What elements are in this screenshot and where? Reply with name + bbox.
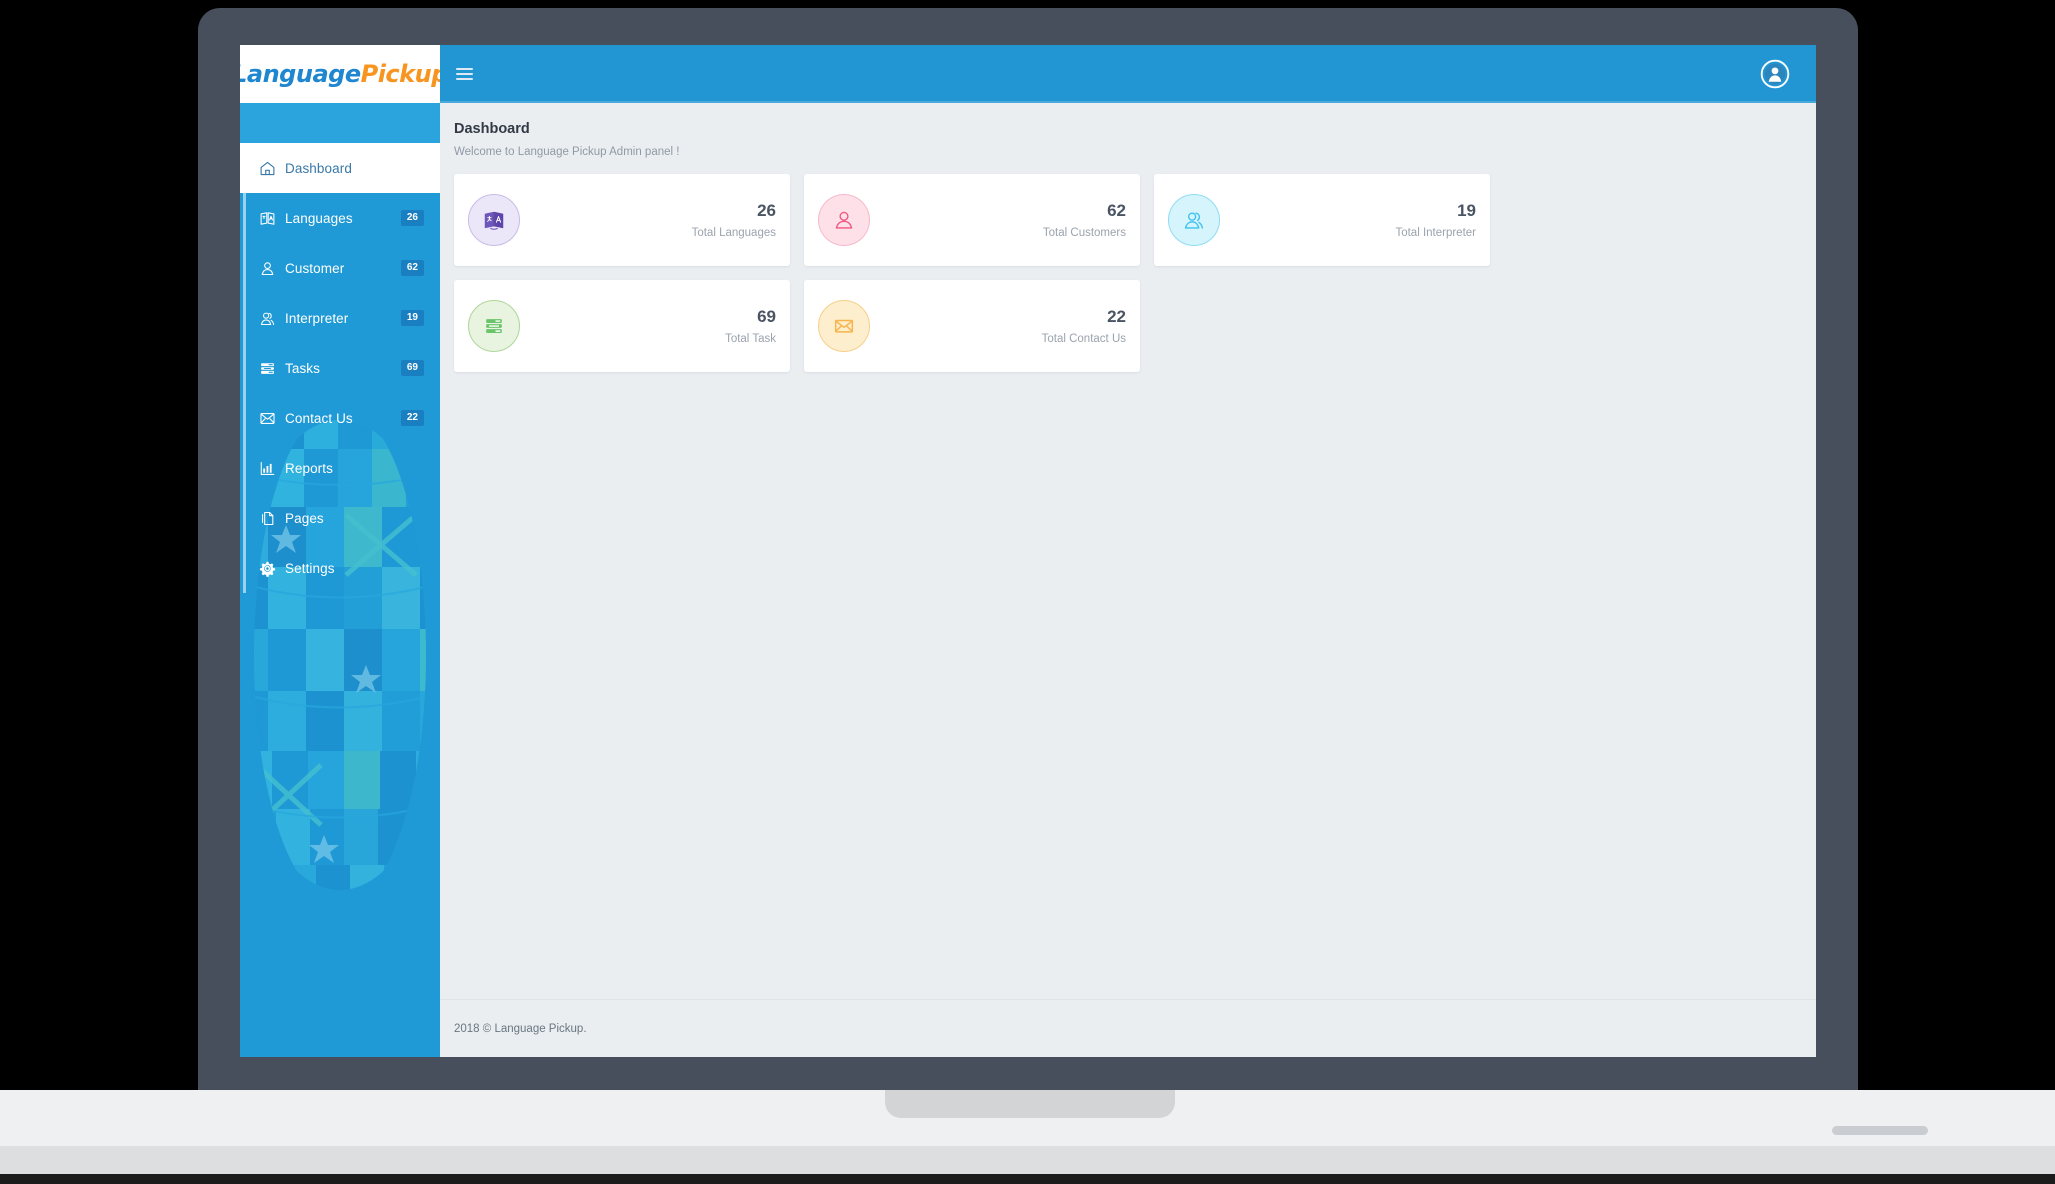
stat-card-total-languages[interactable]: 26 Total Languages [454,174,790,266]
sidebar-item-contact-us[interactable]: Contact Us 22 [240,393,440,443]
stat-card-text: 69 Total Task [520,307,776,344]
sidebar-item-tasks[interactable]: Tasks 69 [240,343,440,393]
stat-card-value: 69 [757,307,776,327]
stat-card-value: 19 [1457,201,1476,221]
translate-icon [468,194,520,246]
page-title: Dashboard [454,121,530,137]
sidebar-top-fill [240,103,440,143]
pages-icon [259,508,285,528]
stat-card-grid: 26 Total Languages 62 Total Customers 19… [440,164,1816,999]
sidebar-badge: 22 [400,409,424,427]
sidebar-item-label: Settings [285,560,335,576]
sidebar-item-label: Languages [285,210,353,226]
laptop-base-bottom [0,1146,2055,1174]
sidebar-item-interpreter[interactable]: Interpreter 19 [240,293,440,343]
menu-toggle-icon[interactable] [454,61,480,87]
stat-card-text: 62 Total Customers [870,201,1126,238]
footer: 2018 © Language Pickup. [440,999,1816,1057]
sidebar-item-settings[interactable]: Settings [240,543,440,593]
stat-card-text: 26 Total Languages [520,201,776,238]
nav-indicator [243,143,246,193]
laptop-trackpad-notch [885,1090,1175,1118]
sidebar-item-label: Interpreter [285,310,349,326]
brand-logo-text: LanguagePickup [240,60,440,88]
user-account-icon[interactable] [1760,59,1790,89]
sidebar: LanguagePickup Dashboard Languages 26 Cu… [240,45,440,1057]
interpreter-icon [1168,194,1220,246]
laptop-base-floor [0,1174,2055,1184]
home-icon [259,158,285,178]
user-icon [259,258,285,278]
hamburger-line [456,73,473,75]
stat-card-label: Total Contact Us [1041,332,1126,345]
sidebar-item-label: Reports [285,460,333,476]
tasks-icon [468,300,520,352]
page-header: Dashboard Welcome to Language Pickup Adm… [440,103,1816,164]
stat-card-total-interpreter[interactable]: 19 Total Interpreter [1154,174,1490,266]
sidebar-badge: 62 [400,259,424,277]
sidebar-item-customer[interactable]: Customer 62 [240,243,440,293]
brand-logo[interactable]: LanguagePickup [240,45,440,103]
nav-indicator [243,293,246,343]
stat-card-label: Total Task [725,332,776,345]
stat-card-label: Total Customers [1042,226,1126,239]
sidebar-item-languages[interactable]: Languages 26 [240,193,440,243]
nav-indicator [243,393,246,443]
brand-logo-part2: Pickup [360,60,440,88]
laptop-base-highlight [1832,1126,1928,1135]
translate-icon [259,208,285,228]
stat-card-value: 22 [1107,307,1126,327]
page-subtitle: Welcome to Language Pickup Admin panel ! [454,146,680,158]
hamburger-line [456,68,473,70]
gear-icon [259,558,285,578]
nav-indicator [243,543,246,593]
sidebar-item-label: Pages [285,510,324,526]
tasks-icon [259,358,285,378]
interpreter-icon [259,308,285,328]
sidebar-item-dashboard[interactable]: Dashboard [240,143,440,193]
sidebar-item-reports[interactable]: Reports [240,443,440,493]
stat-card-total-customers[interactable]: 62 Total Customers [804,174,1140,266]
sidebar-item-pages[interactable]: Pages [240,493,440,543]
sidebar-badge: 19 [400,309,424,327]
nav-indicator [243,243,246,293]
stat-card-text: 22 Total Contact Us [870,307,1126,344]
hamburger-line [456,78,473,80]
envelope-icon [259,408,285,428]
sidebar-nav: Dashboard Languages 26 Customer 62 Inter… [240,143,440,593]
nav-indicator [243,493,246,543]
sidebar-badge: 26 [400,209,424,227]
stat-card-total-task[interactable]: 69 Total Task [454,280,790,372]
envelope-icon [818,300,870,352]
admin-app: LanguagePickup Dashboard Languages 26 Cu… [240,45,1816,1057]
stat-card-total-contact-us[interactable]: 22 Total Contact Us [804,280,1140,372]
stat-card-label: Total Interpreter [1395,226,1476,239]
sidebar-item-label: Contact Us [285,410,353,426]
stat-card-value: 62 [1107,201,1126,221]
stat-card-text: 19 Total Interpreter [1220,201,1476,238]
chart-bar-icon [259,458,285,478]
brand-logo-part1: Language [240,60,361,88]
footer-copyright: 2018 © Language Pickup. [454,1022,587,1035]
nav-indicator [243,443,246,493]
sidebar-item-label: Customer [285,260,345,276]
main-column: Dashboard Welcome to Language Pickup Adm… [440,45,1816,1057]
sidebar-item-label: Tasks [285,360,321,376]
laptop-mockup: LanguagePickup Dashboard Languages 26 Cu… [0,0,2055,1184]
topbar [440,45,1816,103]
stat-card-label: Total Languages [691,226,776,239]
nav-indicator [243,343,246,393]
avatar [1760,59,1790,89]
user-icon [818,194,870,246]
sidebar-item-label: Dashboard [285,160,352,176]
nav-indicator [243,193,246,243]
screen: LanguagePickup Dashboard Languages 26 Cu… [240,45,1816,1057]
sidebar-badge: 69 [400,359,424,377]
stat-card-value: 26 [757,201,776,221]
